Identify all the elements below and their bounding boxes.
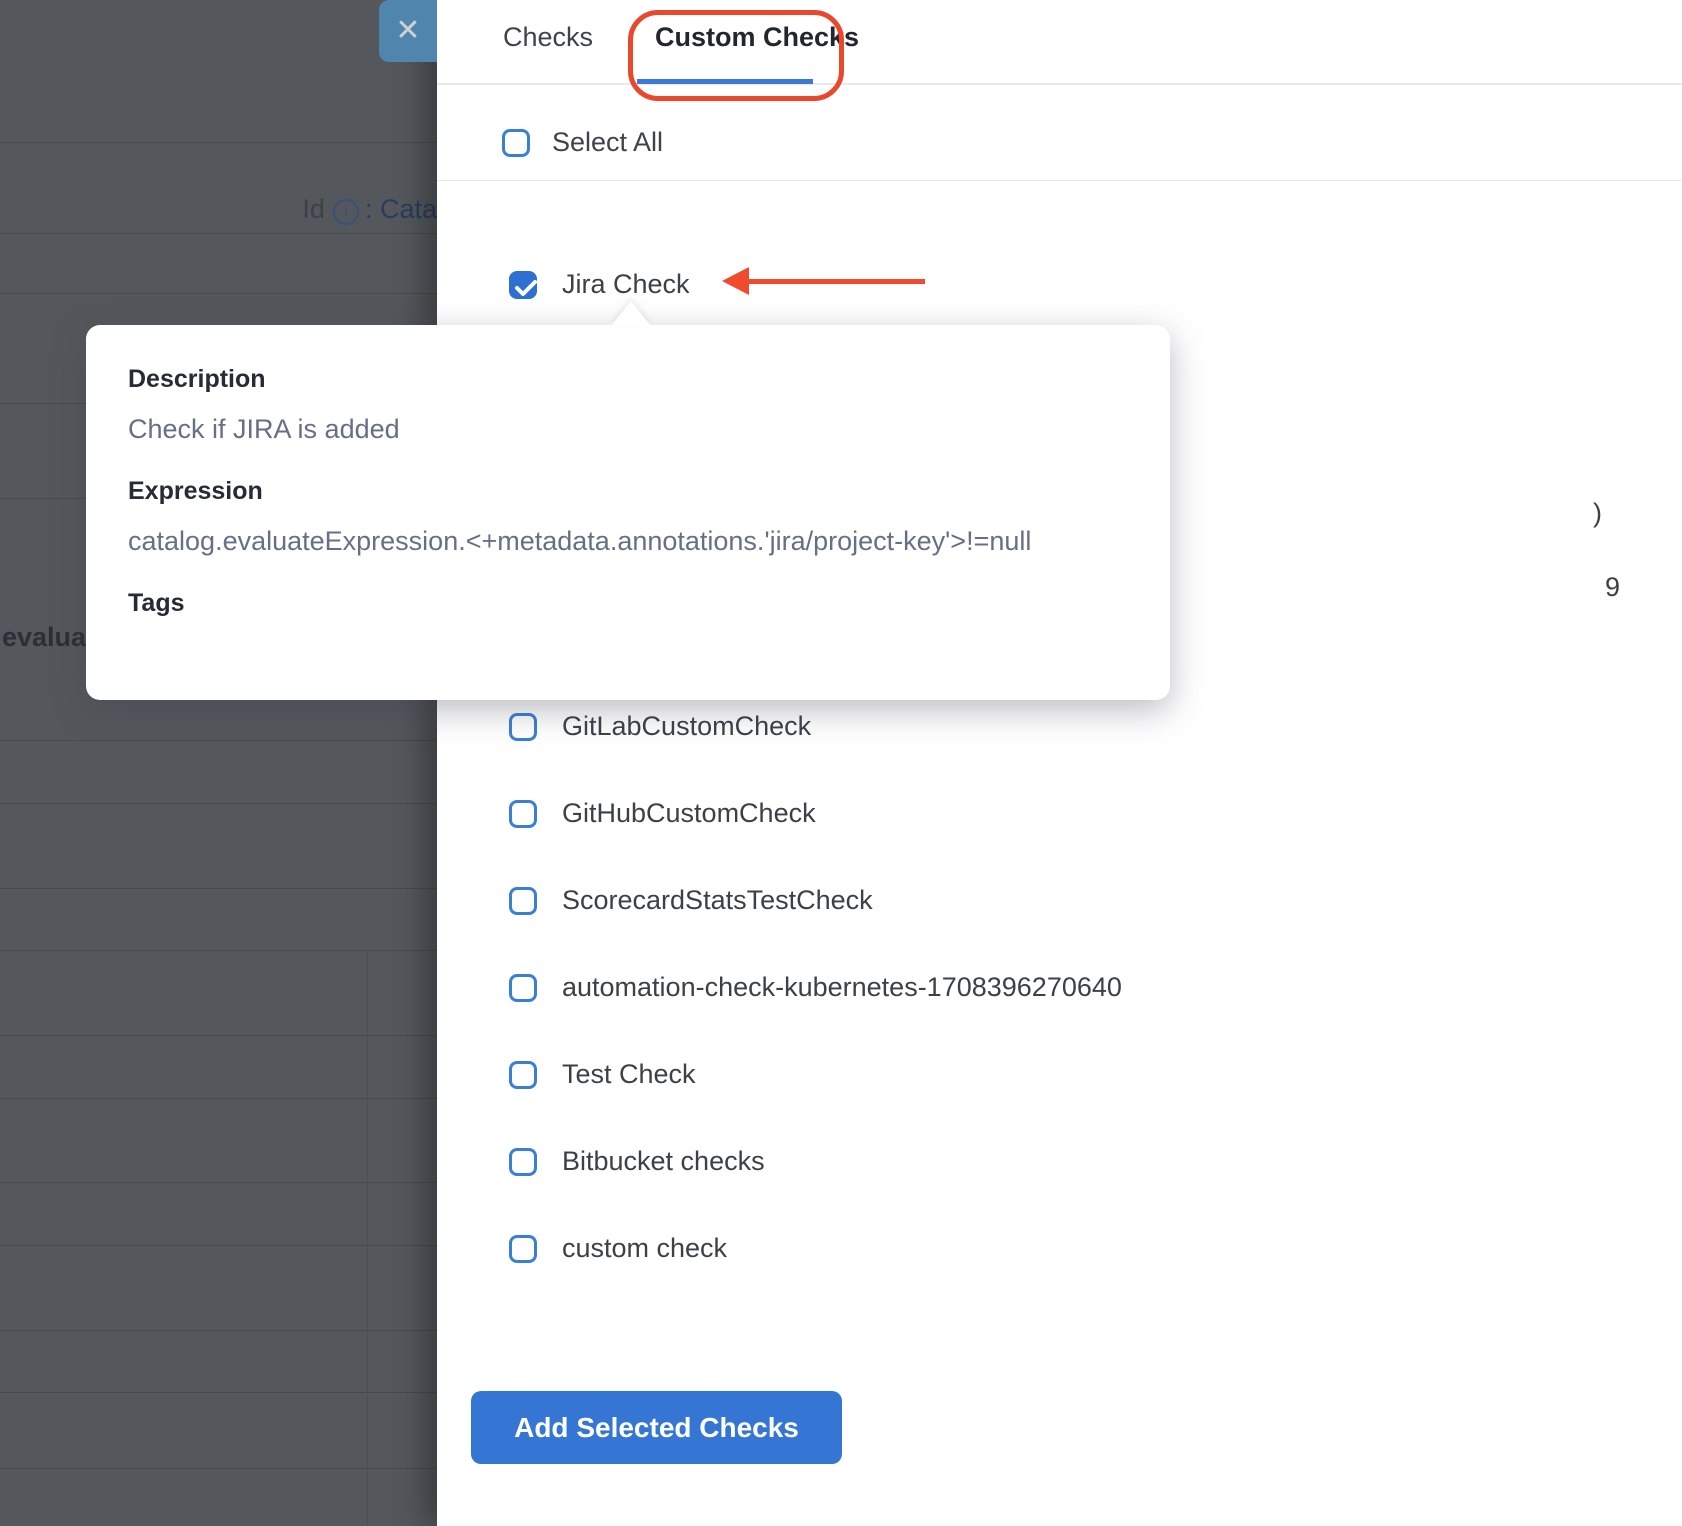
background-table-row-line [0, 1035, 437, 1036]
tooltip-tags-heading: Tags [128, 589, 1128, 618]
check-row: ScorecardStatsTestCheck [509, 885, 873, 916]
background-table-row-line [0, 1098, 437, 1099]
arrow-head-icon [722, 267, 749, 295]
checkbox-unchecked[interactable] [509, 800, 537, 828]
background-table-row-line [0, 1392, 437, 1393]
tab-checks[interactable]: Checks [503, 22, 593, 53]
occluded-label-fragment: ) [1593, 498, 1602, 529]
checkbox-unchecked[interactable] [509, 1061, 537, 1089]
check-row: Bitbucket checks [509, 1146, 765, 1177]
tooltip-expression-heading: Expression [128, 477, 1128, 506]
close-button[interactable]: ✕ [379, 0, 437, 62]
check-label: Test Check [562, 1059, 696, 1090]
check-label: Jira Check [562, 269, 690, 300]
add-selected-checks-button[interactable]: Add Selected Checks [471, 1391, 842, 1464]
checkbox-unchecked[interactable] [509, 1235, 537, 1263]
info-icon: i [333, 199, 359, 225]
background-table-row-line [0, 803, 437, 804]
checkbox-checked[interactable] [509, 271, 537, 299]
background-table-row-line [0, 1245, 437, 1246]
background-table-row-line [0, 1468, 437, 1469]
check-label: GitHubCustomCheck [562, 798, 816, 829]
check-row: automation-check-kubernetes-170839627064… [509, 972, 1122, 1003]
checkbox-unchecked[interactable] [509, 713, 537, 741]
section-divider [437, 180, 1682, 181]
arrow-shaft [749, 279, 925, 284]
select-all-checkbox[interactable] [502, 129, 530, 157]
check-label: custom check [562, 1233, 727, 1264]
tab-bar: Checks Custom Checks [437, 0, 1682, 85]
background-table-column-divider [367, 950, 368, 1526]
background-table-row-line [0, 233, 437, 234]
tooltip-caret [611, 301, 651, 326]
catalog-link-fragment: : Cata [365, 194, 437, 224]
background-cell-fragment: evaluat [2, 622, 95, 653]
checkbox-unchecked[interactable] [509, 887, 537, 915]
check-label: automation-check-kubernetes-170839627064… [562, 972, 1122, 1003]
active-tab-underline [637, 79, 813, 84]
checkbox-unchecked[interactable] [509, 1148, 537, 1176]
check-row: Jira Check [509, 269, 690, 300]
background-table-row-line [0, 1330, 437, 1331]
check-row: GitLabCustomCheck [509, 711, 811, 742]
select-all-label: Select All [552, 127, 663, 158]
checkbox-unchecked[interactable] [509, 974, 537, 1002]
check-label: Bitbucket checks [562, 1146, 765, 1177]
dimmed-page-overlay: Idi: Cata evaluat [0, 0, 437, 1526]
tooltip-description-heading: Description [128, 365, 1128, 394]
check-label: GitLabCustomCheck [562, 711, 811, 742]
check-row: GitHubCustomCheck [509, 798, 816, 829]
annotation-arrow [722, 267, 925, 295]
background-table-row-line [0, 740, 437, 741]
id-column-label: Id [302, 194, 325, 224]
background-table-row-line [0, 950, 437, 951]
occluded-label-fragment: 9 [1605, 572, 1620, 603]
jira-check-tooltip: Description Check if JIRA is added Expre… [86, 325, 1170, 700]
tooltip-expression-text: catalog.evaluateExpression.<+metadata.an… [128, 526, 1128, 557]
background-table-row-line [0, 142, 437, 143]
check-label: ScorecardStatsTestCheck [562, 885, 873, 916]
checks-side-panel: Checks Custom Checks Select All Jira Che… [437, 0, 1682, 1526]
close-icon: ✕ [395, 16, 420, 46]
background-table-row-line [0, 1182, 437, 1183]
tab-custom-checks[interactable]: Custom Checks [655, 22, 859, 53]
tooltip-description-text: Check if JIRA is added [128, 414, 1128, 445]
select-all-row: Select All [502, 127, 663, 158]
background-table-header: Idi: Cata [0, 194, 437, 225]
background-table-row-line [0, 888, 437, 889]
check-row: Test Check [509, 1059, 696, 1090]
background-table-row-line [0, 293, 437, 294]
check-row: custom check [509, 1233, 727, 1264]
